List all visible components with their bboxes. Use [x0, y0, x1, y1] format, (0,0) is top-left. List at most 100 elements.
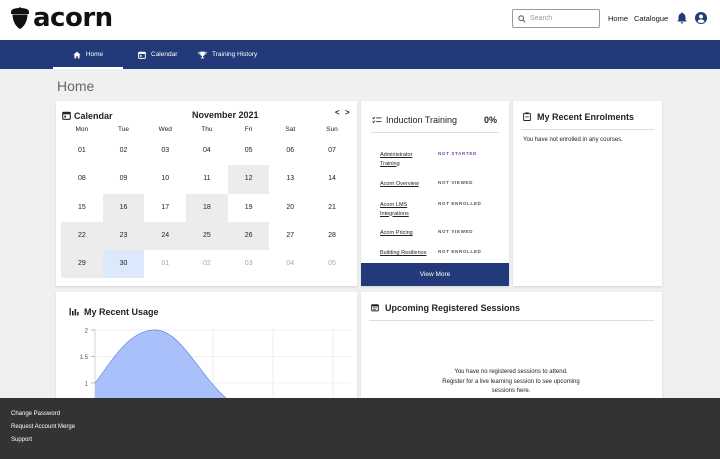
account-circle-icon[interactable]: [695, 12, 707, 24]
nav-active-indicator: [53, 67, 123, 69]
brand-logo[interactable]: acorn: [10, 4, 113, 32]
calendar-day[interactable]: 15: [61, 194, 103, 222]
y-tick-label: 1: [85, 382, 89, 388]
calendar-day[interactable]: 20: [269, 194, 311, 222]
nav-item-home[interactable]: Home: [53, 40, 123, 69]
calendar-day[interactable]: 24: [144, 221, 187, 251]
induction-item-link[interactable]: Acorn LMS Integrations: [380, 201, 432, 218]
trophy-icon: [198, 51, 207, 58]
status-badge: NOT ENROLLED: [438, 201, 482, 206]
calendar-day[interactable]: 01: [61, 137, 103, 165]
calendar-week: 29 30 01 02 03 04 05: [61, 250, 353, 279]
calendar-day[interactable]: 12: [227, 165, 270, 194]
calendar-day[interactable]: 28: [311, 222, 353, 250]
induction-item-link[interactable]: Administrator Training: [380, 151, 432, 168]
bell-icon[interactable]: [677, 12, 687, 24]
status-badge: NOT ENROLLED: [438, 249, 482, 254]
calendar-day[interactable]: 25: [186, 221, 228, 251]
status-badge: NOT STARTED: [438, 151, 477, 156]
weekday-label: Sat: [285, 126, 296, 133]
calendar-day-next-month[interactable]: 02: [186, 250, 228, 278]
calendar-day[interactable]: 02: [103, 137, 145, 165]
calendar-card: Calendar November 2021 < > Mon Tue Wed T…: [56, 101, 357, 286]
weekday-label: Wed: [158, 126, 172, 133]
calendar-day-next-month[interactable]: 04: [269, 250, 311, 278]
calendar-day-next-month[interactable]: 01: [144, 250, 186, 278]
calendar-icon: [138, 51, 146, 59]
calendar-day[interactable]: 05: [228, 137, 270, 165]
induction-percent: 0%: [483, 115, 497, 125]
calendar-day[interactable]: 16: [102, 193, 145, 222]
status-badge: NOT VIEWED: [438, 229, 474, 234]
y-tick-label: 1.5: [80, 355, 89, 361]
calendar-day[interactable]: 14: [311, 165, 353, 193]
acorn-logo-icon: [11, 7, 29, 29]
calendar-day[interactable]: 29: [61, 250, 103, 279]
calendar-day[interactable]: 22: [61, 221, 103, 251]
calendar-day[interactable]: 26: [227, 221, 270, 251]
calendar-day[interactable]: 08: [61, 165, 103, 193]
calendar-day[interactable]: 04: [186, 137, 228, 165]
calendar-day-next-month[interactable]: 03: [228, 250, 270, 278]
bar-chart-icon: [69, 308, 79, 316]
y-tick-label: 2: [85, 329, 89, 335]
calendar-day-today[interactable]: 30: [102, 250, 145, 279]
calendar-next-button[interactable]: >: [345, 108, 350, 117]
calendar-week: 22 23 24 25 26 27 28: [61, 221, 353, 251]
main-nav: Home Calendar Training History: [0, 40, 720, 69]
calendar-day[interactable]: 09: [103, 165, 145, 193]
weekday-label: Thu: [201, 126, 213, 133]
calendar-day[interactable]: 06: [269, 137, 311, 165]
calendar-prev-button[interactable]: <: [335, 108, 340, 117]
weekday-label: Sun: [326, 126, 338, 133]
induction-item-link[interactable]: Acorn Overview: [380, 180, 432, 189]
calendar-day[interactable]: 27: [269, 222, 311, 250]
divider: [371, 132, 499, 133]
sessions-title: Upcoming Registered Sessions: [385, 303, 521, 313]
calendar-week: 15 16 17 18 19 20 21: [61, 193, 353, 222]
calendar-day[interactable]: 21: [311, 194, 353, 222]
weekday-label: Fri: [244, 126, 253, 133]
calendar-day[interactable]: 03: [144, 137, 186, 165]
header-link-home[interactable]: Home: [608, 14, 628, 23]
search-box[interactable]: [512, 9, 600, 28]
search-input[interactable]: [530, 15, 592, 22]
induction-item-link[interactable]: Building Resilience: [380, 249, 432, 258]
nav-item-calendar[interactable]: Calendar: [138, 40, 177, 69]
calendar-day-next-month[interactable]: 05: [311, 250, 353, 278]
sessions-empty-message: You have no registered sessions to atten…: [454, 369, 568, 375]
induction-item-link[interactable]: Acorn Pricing: [380, 229, 432, 238]
view-more-button[interactable]: View More: [361, 263, 509, 286]
home-icon: [73, 51, 81, 58]
clipboard-icon: [523, 112, 531, 121]
calendar-day[interactable]: 23: [102, 221, 145, 251]
usage-chart: 2 1.5 1: [80, 329, 351, 398]
enrolments-title: My Recent Enrolments: [537, 112, 635, 122]
calendar-day[interactable]: 18: [186, 193, 228, 222]
calendar-day[interactable]: 13: [269, 165, 311, 193]
recent-enrolments-card: My Recent Enrolments You have not enroll…: [513, 101, 662, 286]
calendar-day[interactable]: 19: [228, 194, 270, 222]
calendar-grid: Mon Tue Wed Thu Fri Sat Sun 01 02 03 04 …: [61, 123, 353, 279]
calendar-week: 08 09 10 11 12 13 14: [61, 165, 353, 194]
nav-item-training-history[interactable]: Training History: [198, 40, 257, 69]
induction-training-card: Induction Training 0% Administrator Trai…: [361, 101, 509, 286]
calendar-day[interactable]: 17: [144, 194, 186, 222]
page-footer: Change Password Request Account Merge Su…: [0, 398, 720, 459]
calendar-icon: [371, 304, 379, 312]
footer-link-change-password[interactable]: Change Password: [11, 411, 60, 417]
calendar-week: 01 02 03 04 05 06 07: [61, 137, 353, 165]
divider: [521, 129, 654, 130]
footer-link-request-account-merge[interactable]: Request Account Merge: [11, 424, 75, 430]
page-title: Home: [57, 78, 95, 94]
nav-item-label: Training History: [212, 51, 258, 58]
footer-link-support[interactable]: Support: [11, 437, 32, 443]
header-link-catalogue[interactable]: Catalogue: [634, 14, 668, 23]
usage-area: [95, 329, 226, 398]
calendar-day[interactable]: 11: [186, 165, 228, 193]
weekday-label: Mon: [75, 126, 89, 133]
nav-item-label: Home: [85, 51, 104, 58]
divider: [369, 320, 654, 321]
calendar-day[interactable]: 07: [311, 137, 353, 165]
calendar-day[interactable]: 10: [144, 165, 186, 193]
